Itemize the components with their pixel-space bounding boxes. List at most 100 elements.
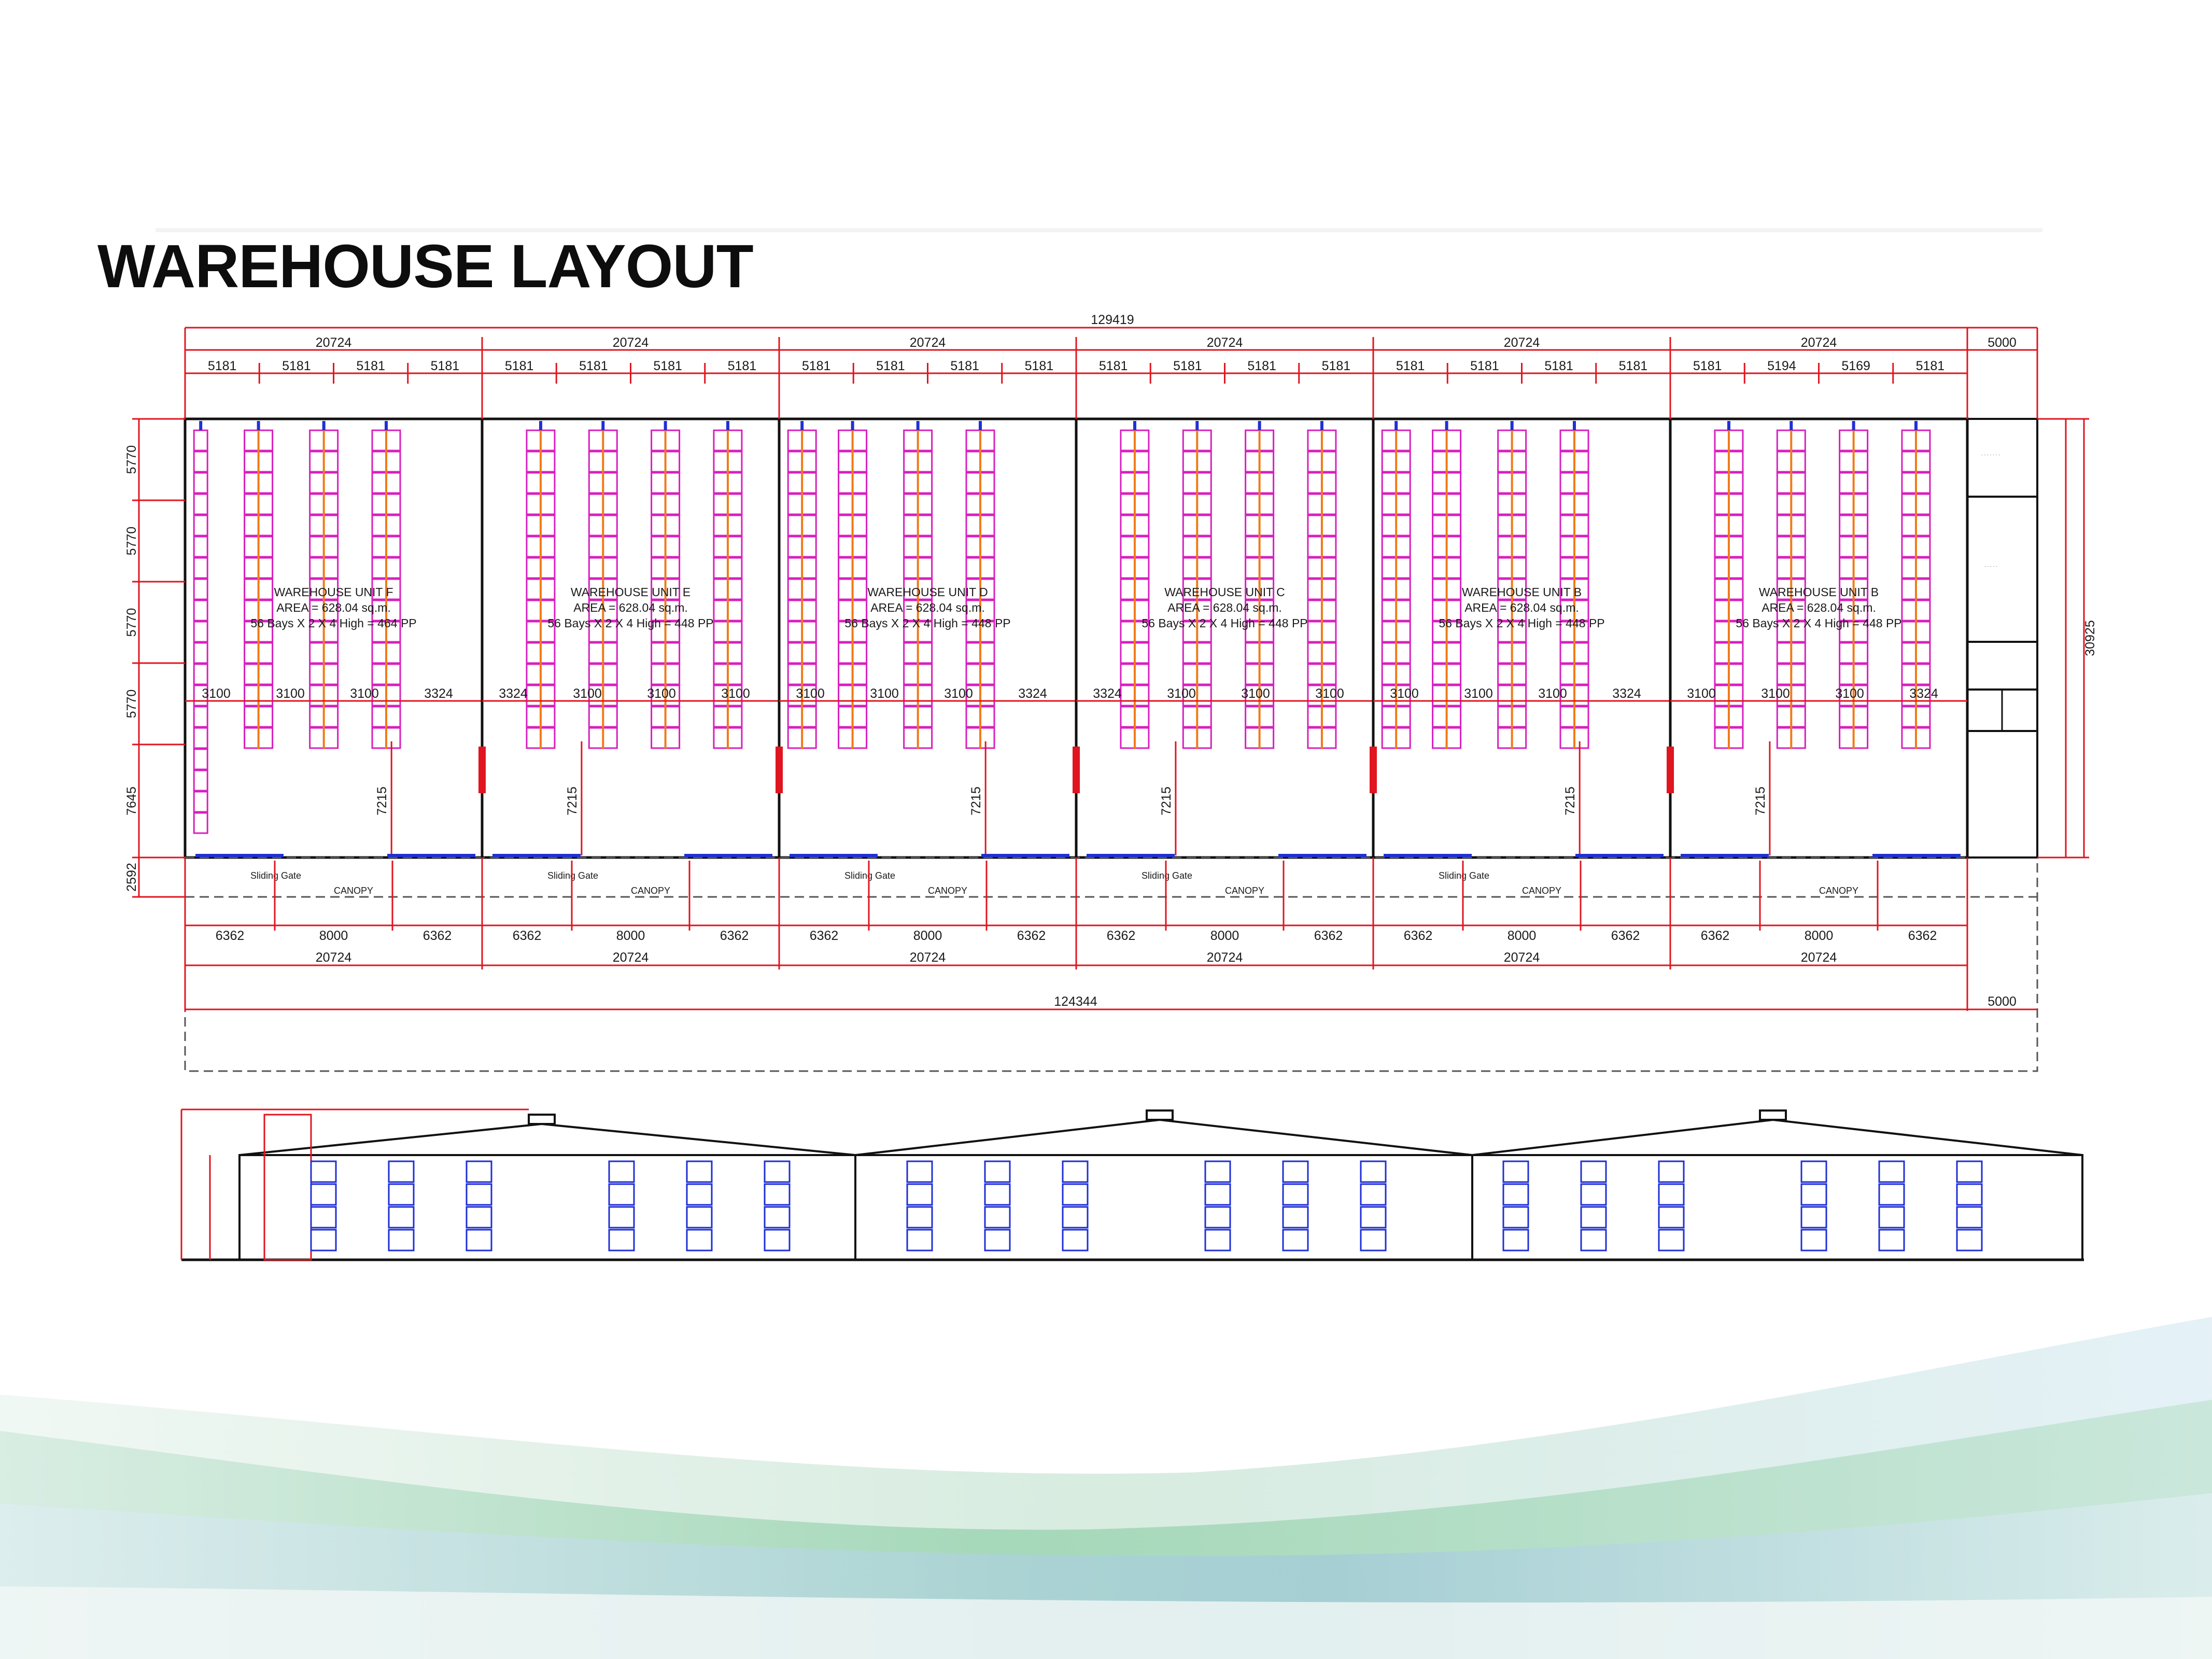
dim-bottom-seg-label: 6362	[1314, 929, 1343, 943]
elevation-door-panel	[608, 1160, 635, 1183]
elevation-door-panel	[1800, 1160, 1827, 1183]
pallet-rack-bay	[193, 727, 208, 749]
unit-racks-label: 56 Bays X 2 X 4 High = 448 PP	[1736, 616, 1901, 630]
dim-left-label: 2592	[124, 863, 139, 892]
fire-door-marker	[1073, 747, 1080, 793]
dim-bottom-seg-label: 6362	[1908, 929, 1937, 943]
dim-left-label: 5770	[124, 608, 139, 637]
dim-unit-width-bottom-label: 20724	[1504, 950, 1540, 965]
unit-racks-label: 56 Bays X 2 X 4 High = 448 PP	[1142, 616, 1307, 630]
dim-unit-width-label: 20724	[1207, 335, 1243, 350]
dim-bay-label: 5194	[1767, 359, 1796, 373]
elevation-door-panel	[388, 1160, 415, 1183]
sliding-gate-label: Sliding Gate	[1439, 870, 1489, 881]
elevation-door-panel	[1878, 1160, 1905, 1183]
dim-bottom-seg-label: 6362	[1701, 929, 1730, 943]
office-room-note-1: · · · · · · ·	[1981, 452, 2000, 457]
unit-area-label: AREA = 628.04 sq.m.	[1464, 601, 1579, 614]
unit-area-label: AREA = 628.04 sq.m.	[870, 601, 985, 614]
dim-aisle-label: 3100	[944, 686, 973, 701]
canopy-label: CANOPY	[1819, 885, 1858, 896]
dim-unit-width-label: 20724	[910, 335, 946, 350]
elevation-door-panel	[1580, 1206, 1607, 1229]
dim-bay-label: 5181	[1693, 359, 1722, 373]
dim-aisle-label: 3100	[870, 686, 899, 701]
dim-unit-width-bottom-label: 20724	[613, 950, 649, 965]
unit-area-label: AREA = 628.04 sq.m.	[1762, 601, 1876, 614]
dim-bottom-seg-label: 8000	[1210, 929, 1239, 943]
dim-bottom-seg-label: 6362	[1107, 929, 1136, 943]
canopy-label: CANOPY	[928, 885, 967, 896]
canopy-label: CANOPY	[631, 885, 670, 896]
elevation-door-panel	[1282, 1160, 1309, 1183]
dim-aisle-label: 3324	[499, 686, 528, 701]
dim-left-label: 5770	[124, 690, 139, 719]
elevation-door-panel	[1062, 1206, 1089, 1229]
dim-aisle-label: 3100	[1464, 686, 1493, 701]
dim-unit-width-bottom-label: 20724	[316, 950, 352, 965]
unit-area-label: AREA = 628.04 sq.m.	[276, 601, 391, 614]
dim-bay-label: 5181	[1544, 359, 1573, 373]
pallet-rack-bay	[193, 748, 208, 770]
dim-aisle-label: 3100	[1761, 686, 1790, 701]
elevation-door-panel	[1658, 1183, 1685, 1206]
pallet-rack-bay	[193, 642, 208, 664]
dim-bay-label: 5169	[1841, 359, 1870, 373]
dim-bay-label: 5181	[802, 359, 831, 373]
elevation-door-panel	[1502, 1183, 1529, 1206]
unit-racks-label: 56 Bays X 2 X 4 High = 448 PP	[547, 616, 713, 630]
elevation-door-panel	[388, 1206, 415, 1229]
elevation-door-panel	[906, 1206, 933, 1229]
dim-aisle-label: 3100	[202, 686, 231, 701]
elevation-door-panel	[608, 1183, 635, 1206]
dim-office-top-label: 5000	[1988, 335, 2017, 350]
elevation-door-panel	[686, 1160, 713, 1183]
elevation-door-panel	[1062, 1229, 1089, 1252]
dim-left-label: 5770	[124, 527, 139, 556]
elevation-door-panel	[1956, 1206, 1983, 1229]
elevation-door-panel	[764, 1229, 791, 1252]
dim-bay-label: 5181	[579, 359, 608, 373]
dim-dock-depth-label: 7215	[1563, 786, 1577, 816]
dim-bottom-seg-label: 6362	[216, 929, 245, 943]
dim-aisle-label: 3100	[1538, 686, 1567, 701]
elevation-door-panel	[1204, 1229, 1231, 1252]
pallet-rack-bay	[193, 706, 208, 728]
elevation-door-panel	[466, 1206, 492, 1229]
dim-aisle-label: 3100	[1390, 686, 1419, 701]
dim-aisle-label: 3324	[1018, 686, 1047, 701]
elevation-door-panel	[1580, 1160, 1607, 1183]
elevation-door-panel	[906, 1183, 933, 1206]
elevation-door-panel	[1204, 1160, 1231, 1183]
dim-aisle-label: 3100	[1835, 686, 1864, 701]
elevation-door-panel	[310, 1183, 337, 1206]
warehouse-floor-plan: · · · · · · · · · · · · 129419 5000 124344…	[124, 228, 2097, 1261]
dim-left-label: 5770	[124, 445, 139, 474]
elevation-door-panel	[1360, 1206, 1387, 1229]
dim-bottom-seg-label: 6362	[423, 929, 452, 943]
elevation-door-panel	[466, 1183, 492, 1206]
unit-name-label: WAREHOUSE UNIT B	[1759, 585, 1879, 599]
unit-name-label: WAREHOUSE UNIT C	[1164, 585, 1285, 599]
elevation-door-panel	[686, 1206, 713, 1229]
dim-bay-label: 5181	[1173, 359, 1202, 373]
sliding-gate-label: Sliding Gate	[250, 870, 301, 881]
unit-racks-label: 56 Bays X 2 X 4 High = 448 PP	[1439, 616, 1604, 630]
dim-aisle-label: 3100	[647, 686, 676, 701]
dim-bottom-seg-label: 8000	[1507, 929, 1537, 943]
dim-unit-width-label: 20724	[1504, 335, 1540, 350]
unit-name-label: WAREHOUSE UNIT B	[1462, 585, 1582, 599]
plan-static-layer: · · · · · · · · · · · ·	[156, 228, 2089, 1261]
elevation-door-panel	[1878, 1229, 1905, 1252]
dim-aisle-label: 3324	[1909, 686, 1938, 701]
elevation-door-panel	[608, 1229, 635, 1252]
elevation-door-panel	[1956, 1229, 1983, 1252]
dim-aisle-label: 3100	[1315, 686, 1344, 701]
canopy-label: CANOPY	[334, 885, 373, 896]
dim-unit-width-label: 20724	[613, 335, 649, 350]
elevation-door-panel	[764, 1206, 791, 1229]
elevation-door-panel	[1800, 1183, 1827, 1206]
dim-bay-label: 5181	[1247, 359, 1276, 373]
title-band	[156, 228, 2042, 232]
dim-bay-label: 5181	[1396, 359, 1425, 373]
